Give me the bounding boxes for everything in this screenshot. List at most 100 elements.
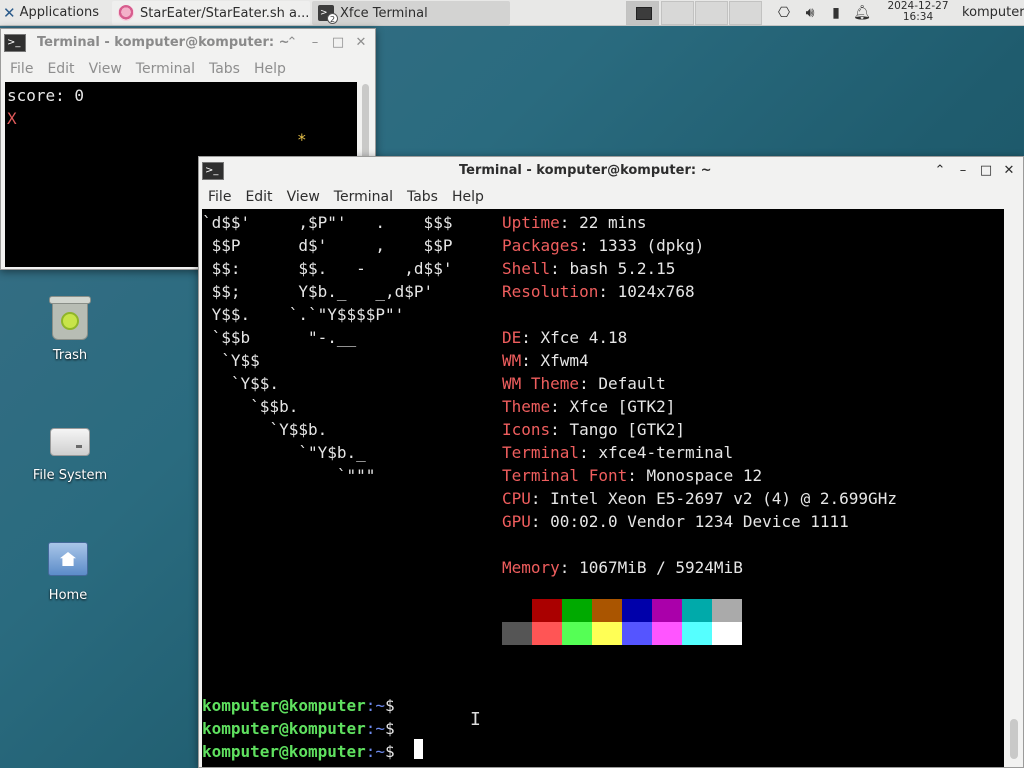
- color-swatch: [532, 622, 562, 645]
- menu-tabs[interactable]: Tabs: [202, 61, 247, 77]
- prompt-line: komputer@komputer:~$: [202, 719, 395, 738]
- window-title: Terminal - komputer@komputer: ~: [37, 35, 290, 50]
- logo-line: Y$$. `.`"Y$$$$P"': [202, 305, 405, 324]
- logo-line: `$$b "-.__: [202, 328, 357, 347]
- window-titlebar[interactable]: >_ Terminal - komputer@komputer: ~ ⌃ – □…: [1, 29, 375, 57]
- color-swatch: [682, 599, 712, 622]
- terminal-window-main[interactable]: >_ Terminal - komputer@komputer: ~ ⌃ – □…: [198, 156, 1024, 768]
- menu-help[interactable]: Help: [445, 189, 491, 205]
- desktop-icon-file-system[interactable]: File System: [20, 414, 120, 483]
- clock-time: 16:34: [902, 11, 934, 23]
- info-row-terminal-font: Terminal Font: Monospace 12: [502, 466, 763, 485]
- scrollbar-thumb[interactable]: [1010, 719, 1018, 759]
- info-row-de: DE: Xfce 4.18: [502, 328, 628, 347]
- top-panel: ✕ Applications StarEater/StarEater.sh a.…: [0, 0, 1024, 26]
- menu-terminal[interactable]: Terminal: [129, 61, 202, 77]
- notification-bell-icon[interactable]: 🔔︎: [853, 4, 871, 22]
- info-row-wm: WM: Xfwm4: [502, 351, 589, 370]
- color-swatch: [532, 599, 562, 622]
- menu-file[interactable]: File: [201, 189, 238, 205]
- logo-line: `Y$$.: [202, 374, 280, 393]
- logo-line: `d$$' ,$P"' . $$$: [202, 213, 453, 232]
- menu-edit[interactable]: Edit: [40, 61, 81, 77]
- color-swatch: [502, 622, 532, 645]
- maximize-button[interactable]: □: [976, 162, 996, 180]
- desktop-icon-home[interactable]: Home: [18, 534, 118, 603]
- color-swatch: [562, 599, 592, 622]
- color-swatch: [622, 599, 652, 622]
- color-swatch: [712, 622, 742, 645]
- logo-line: $$; Y$b._ _,d$P': [202, 282, 434, 301]
- menu-terminal[interactable]: Terminal: [327, 189, 400, 205]
- terminal-output[interactable]: `d$$' ,$P"' . $$$ $$P d$' , $$P $$: $$. …: [202, 209, 1004, 767]
- workspace-3[interactable]: [695, 1, 728, 25]
- desktop-icon-trash[interactable]: Trash: [20, 294, 120, 363]
- menu-tabs[interactable]: Tabs: [400, 189, 445, 205]
- applications-label: Applications: [19, 5, 99, 20]
- taskbar-item-xfce-terminal[interactable]: >_ 2 Xfce Terminal: [312, 1, 510, 25]
- maximize-button[interactable]: □: [328, 34, 348, 52]
- info-row-wm-theme: WM Theme: Default: [502, 374, 666, 393]
- terminal-icon: >_: [202, 162, 224, 180]
- info-row-theme: Theme: Xfce [GTK2]: [502, 397, 676, 416]
- color-swatch: [562, 622, 592, 645]
- taskbar-item-label: StarEater/StarEater.sh a...: [140, 5, 310, 21]
- info-row-packages: Packages: 1333 (dpkg): [502, 236, 705, 255]
- desktop-icon-label: Home: [48, 588, 88, 603]
- network-icon[interactable]: ⎔: [775, 4, 793, 22]
- close-button[interactable]: ✕: [999, 162, 1019, 180]
- color-swatch: [712, 599, 742, 622]
- roll-up-button[interactable]: ⌃: [282, 34, 302, 52]
- terminal-icon: >_: [4, 34, 26, 52]
- taskbar-item-stareater[interactable]: StarEater/StarEater.sh a...: [112, 1, 310, 25]
- logo-line: `"Y$b._: [202, 443, 366, 462]
- info-row-icons: Icons: Tango [GTK2]: [502, 420, 686, 439]
- xfce-logo-icon: ✕: [3, 3, 16, 22]
- desktop-icon-label: Trash: [52, 348, 88, 363]
- info-row-memory: Memory: 1067MiB / 5924MiB: [502, 558, 743, 577]
- battery-icon[interactable]: ▮: [827, 4, 845, 22]
- menu-view[interactable]: View: [82, 61, 129, 77]
- logo-line: $$P d$' , $$P: [202, 236, 453, 255]
- desktop-icon-label: File System: [32, 468, 108, 483]
- window-titlebar[interactable]: >_ Terminal - komputer@komputer: ~ ⌃ – □…: [199, 157, 1023, 185]
- prompt-line: komputer@komputer:~$: [202, 696, 395, 715]
- menu-help[interactable]: Help: [247, 61, 293, 77]
- color-swatch: [682, 622, 712, 645]
- workspace-window-thumbnail: [636, 7, 652, 20]
- close-button[interactable]: ✕: [351, 34, 371, 52]
- home-folder-icon: [44, 534, 92, 582]
- info-row-terminal: Terminal: xfce4-terminal: [502, 443, 734, 462]
- info-row-cpu: CPU: Intel Xeon E5-2697 v2 (4) @ 2.699GH…: [502, 489, 897, 508]
- color-swatch: [592, 622, 622, 645]
- applications-menu-button[interactable]: ✕ Applications: [0, 0, 110, 26]
- color-swatch: [652, 599, 682, 622]
- workspace-1[interactable]: [626, 1, 659, 25]
- logo-line: `Y$$b.: [202, 420, 328, 439]
- clock[interactable]: 2024-12-27 16:34: [882, 1, 954, 23]
- prompt-line-active[interactable]: komputer@komputer:~$: [202, 740, 395, 763]
- info-row-uptime: Uptime: 22 mins: [502, 213, 647, 232]
- star-char: *: [297, 130, 307, 149]
- volume-icon[interactable]: 🔊︎: [801, 4, 819, 22]
- minimize-button[interactable]: –: [953, 162, 973, 180]
- player-char: X: [7, 109, 17, 128]
- menu-view[interactable]: View: [280, 189, 327, 205]
- scrollbar[interactable]: [1005, 209, 1023, 767]
- user-menu[interactable]: komputer: [962, 5, 1024, 20]
- roll-up-button[interactable]: ⌃: [930, 162, 950, 180]
- color-swatch: [592, 599, 622, 622]
- menubar: File Edit View Terminal Tabs Help: [199, 185, 1023, 209]
- score-line: score: 0: [7, 86, 85, 105]
- minimize-button[interactable]: –: [305, 34, 325, 52]
- color-swatch: [652, 622, 682, 645]
- workspace-2[interactable]: [661, 1, 694, 25]
- info-row-shell: Shell: bash 5.2.15: [502, 259, 676, 278]
- menu-file[interactable]: File: [3, 61, 40, 77]
- menu-edit[interactable]: Edit: [238, 189, 279, 205]
- workspace-4[interactable]: [729, 1, 762, 25]
- trash-icon: [46, 294, 94, 342]
- logo-line: `Y$$: [202, 351, 260, 370]
- logo-line: `$$b.: [202, 397, 299, 416]
- taskbar-item-label: Xfce Terminal: [340, 5, 428, 21]
